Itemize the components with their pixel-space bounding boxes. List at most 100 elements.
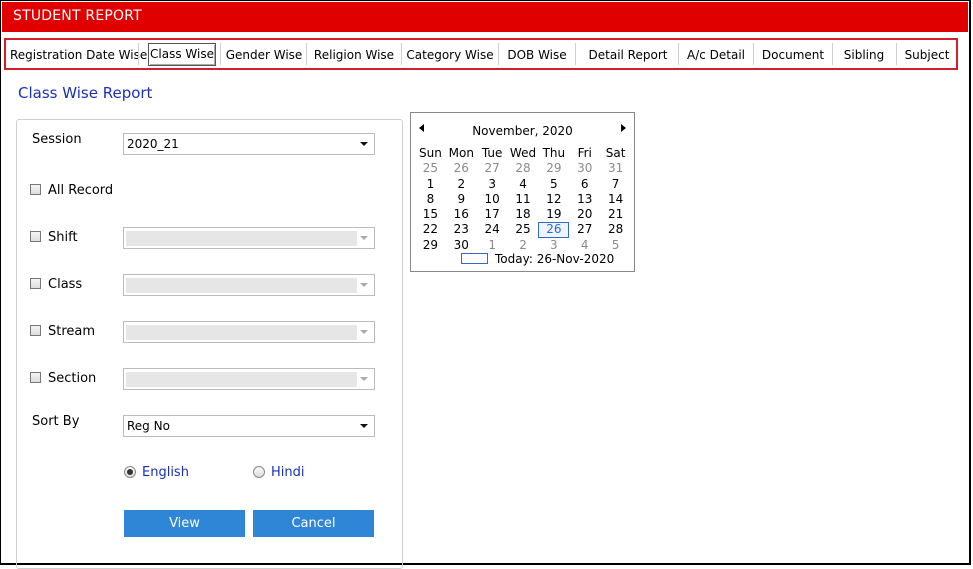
calendar-day[interactable]: 3 (538, 238, 569, 253)
calendar-day[interactable]: 5 (538, 177, 569, 192)
sort-by-select[interactable]: Reg No (123, 415, 375, 437)
calendar-day-header: Sat (605, 146, 626, 160)
calendar-day[interactable]: 7 (600, 177, 631, 192)
all-record-checkbox[interactable] (30, 184, 41, 195)
calendar-day[interactable]: 23 (446, 222, 477, 237)
calendar-day[interactable]: 16 (446, 207, 477, 222)
calendar-day[interactable]: 9 (446, 192, 477, 207)
section-select-field (126, 372, 357, 387)
calendar-day[interactable]: 22 (415, 222, 446, 237)
chevron-down-icon (360, 377, 368, 381)
calendar-day[interactable]: 15 (415, 207, 446, 222)
tab-separator (678, 43, 679, 65)
cancel-button[interactable]: Cancel (253, 510, 374, 537)
sort-by-label: Sort By (32, 414, 80, 429)
calendar-grid: Sun Mon Tue Wed Thu Fri Sat 25 26 27 28 29 30 31 1 2 3 4 5… (415, 146, 631, 253)
tab-dob-wise[interactable]: DOB Wise (501, 45, 573, 65)
calendar-day[interactable]: 20 (569, 207, 600, 222)
hindi-radio[interactable] (253, 466, 265, 478)
calendar-day[interactable]: 10 (477, 192, 508, 207)
stream-checkbox[interactable] (30, 325, 41, 336)
english-radio[interactable] (124, 466, 136, 478)
next-month-icon[interactable] (621, 124, 626, 132)
calendar-day[interactable]: 27 (569, 222, 600, 237)
stream-select[interactable] (123, 321, 375, 343)
calendar-day[interactable]: 6 (569, 177, 600, 192)
shift-checkbox[interactable] (30, 231, 41, 242)
calendar-day[interactable]: 2 (508, 238, 539, 253)
section-select[interactable] (123, 368, 375, 390)
calendar-day[interactable]: 12 (538, 192, 569, 207)
chevron-down-icon (360, 142, 368, 146)
calendar-day[interactable]: 18 (508, 207, 539, 222)
calendar-day[interactable]: 28 (600, 222, 631, 237)
calendar-day[interactable]: 30 (569, 161, 600, 176)
calendar-day[interactable]: 26 (446, 161, 477, 176)
tab-gender-wise[interactable]: Gender Wise (224, 45, 304, 65)
calendar-day[interactable]: 29 (538, 161, 569, 176)
hindi-label: Hindi (271, 465, 305, 480)
tab-separator (138, 43, 139, 65)
class-label: Class (48, 277, 83, 292)
calendar-day[interactable]: 1 (415, 177, 446, 192)
tab-separator (306, 43, 307, 65)
calendar-day[interactable]: 4 (508, 177, 539, 192)
calendar-day[interactable]: 24 (477, 222, 508, 237)
calendar-day[interactable]: 3 (477, 177, 508, 192)
shift-select[interactable] (123, 227, 375, 249)
window-title: STUDENT REPORT (13, 8, 142, 24)
class-checkbox[interactable] (30, 278, 41, 289)
shift-label: Shift (48, 230, 78, 245)
tab-document[interactable]: Document (756, 45, 830, 65)
calendar-day[interactable]: 29 (415, 238, 446, 253)
tab-class-wise[interactable]: Class Wise (148, 43, 216, 66)
calendar-day-header: Sun (419, 146, 442, 160)
section-checkbox[interactable] (30, 372, 41, 383)
calendar-day[interactable]: 5 (600, 238, 631, 253)
calendar-day[interactable]: 1 (477, 238, 508, 253)
tab-separator (498, 43, 499, 65)
tab-category-wise[interactable]: Category Wise (404, 45, 496, 65)
chevron-down-icon (360, 330, 368, 334)
calendar-day[interactable]: 21 (600, 207, 631, 222)
session-select[interactable]: 2020_21 (123, 133, 375, 155)
tab-separator (401, 43, 402, 65)
calendar-day[interactable]: 31 (600, 161, 631, 176)
today-marker-icon (461, 253, 488, 264)
calendar-month-label: November, 2020 (472, 124, 573, 138)
calendar-day[interactable]: 4 (569, 238, 600, 253)
tab-subject[interactable]: Subject (899, 45, 955, 65)
tab-separator (832, 43, 833, 65)
calendar-day[interactable]: 28 (508, 161, 539, 176)
calendar-day[interactable]: 19 (538, 207, 569, 222)
calendar-day[interactable]: 26 (538, 222, 570, 238)
calendar-day[interactable]: 27 (477, 161, 508, 176)
calendar-day[interactable]: 30 (446, 238, 477, 253)
report-tabs: Registration Date Wise Class Wise Gender… (4, 38, 958, 70)
calendar-day[interactable]: 17 (477, 207, 508, 222)
tab-registration-date-wise[interactable]: Registration Date Wise (10, 45, 147, 65)
calendar-day[interactable]: 11 (508, 192, 539, 207)
calendar-week-row: 1234567 (415, 177, 631, 192)
tab-separator (896, 43, 897, 65)
calendar-day[interactable]: 2 (446, 177, 477, 192)
calendar-week-row: 29 30 1 2 3 4 5 (415, 238, 631, 253)
tab-separator (753, 43, 754, 65)
calendar-day[interactable]: 25 (415, 161, 446, 176)
calendar-day[interactable]: 25 (508, 222, 539, 237)
calendar-day-header: Thu (542, 146, 566, 160)
class-select[interactable] (123, 274, 375, 296)
chevron-down-icon (360, 424, 368, 428)
calendar-day[interactable]: 14 (600, 192, 631, 207)
chevron-down-icon (360, 283, 368, 287)
tab-detail-report[interactable]: Detail Report (578, 45, 678, 65)
month-calendar: November, 2020 Sun Mon Tue Wed Thu Fri Sat 25 26… (410, 112, 635, 272)
calendar-day[interactable]: 13 (569, 192, 600, 207)
tab-ac-detail[interactable]: A/c Detail (681, 45, 751, 65)
view-button[interactable]: View (124, 510, 245, 537)
calendar-day[interactable]: 8 (415, 192, 446, 207)
tab-religion-wise[interactable]: Religion Wise (309, 45, 399, 65)
stream-label: Stream (48, 324, 96, 339)
tab-sibling[interactable]: Sibling (834, 45, 894, 65)
calendar-today-label[interactable]: Today: 26-Nov-2020 (495, 252, 614, 266)
